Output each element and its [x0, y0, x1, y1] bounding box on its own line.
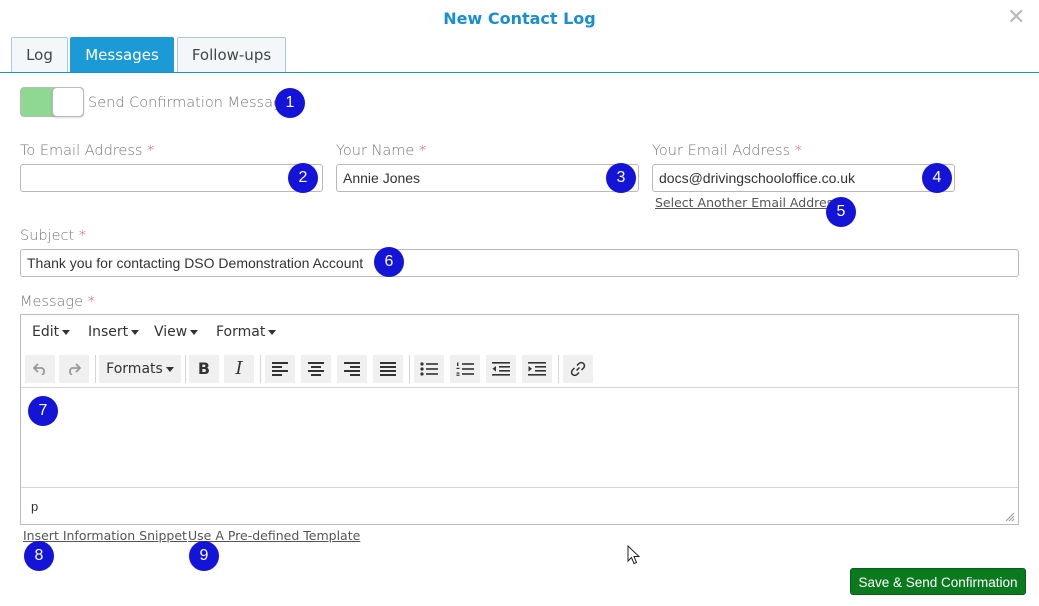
- align-left-icon[interactable]: [265, 355, 295, 383]
- caret-down-icon: [131, 329, 140, 335]
- tab-messages[interactable]: Messages: [70, 37, 174, 72]
- marker-badge: 4: [922, 163, 952, 193]
- toolbar-separator: [95, 355, 96, 383]
- editor-menubar: Edit Insert View Format: [21, 315, 1018, 351]
- send-confirmation-label: Send Confirmation Message: [88, 95, 291, 111]
- modal-title: New Contact Log: [443, 9, 596, 28]
- menu-edit-label: Edit: [32, 324, 60, 340]
- subject-input[interactable]: Thank you for contacting DSO Demonstrati…: [20, 249, 1019, 277]
- use-template-link[interactable]: Use A Pre-defined Template: [188, 528, 360, 543]
- send-confirmation-toggle[interactable]: [20, 87, 84, 117]
- marker-badge: 5: [826, 197, 856, 227]
- menu-view[interactable]: View: [154, 324, 199, 340]
- required-mark: *: [147, 143, 155, 159]
- marker-badge: 2: [288, 163, 318, 193]
- message-label-text: Message: [20, 294, 84, 310]
- menu-format[interactable]: Format: [216, 324, 277, 340]
- message-label: Message *: [20, 294, 95, 310]
- marker-badge: 1: [275, 88, 305, 118]
- toolbar-separator: [558, 355, 559, 383]
- link-icon[interactable]: [563, 355, 593, 383]
- required-mark: *: [78, 228, 87, 244]
- marker-badge: 6: [374, 247, 404, 277]
- required-mark: *: [794, 143, 803, 159]
- undo-icon[interactable]: [25, 355, 55, 383]
- marker-badge: 9: [189, 541, 219, 571]
- your-name-input[interactable]: Annie Jones: [336, 164, 639, 192]
- redo-icon[interactable]: [59, 355, 89, 383]
- menu-insert[interactable]: Insert: [88, 324, 140, 340]
- select-another-email-link[interactable]: Select Another Email Address: [655, 195, 840, 210]
- bullet-list-icon[interactable]: [414, 355, 444, 383]
- to-email-input[interactable]: [20, 164, 323, 192]
- menu-edit[interactable]: Edit: [32, 324, 71, 340]
- align-justify-icon[interactable]: [373, 355, 403, 383]
- numbered-list-icon[interactable]: [450, 355, 480, 383]
- caret-down-icon: [190, 329, 199, 335]
- tab-divider: [0, 72, 1039, 73]
- tab-follow-ups[interactable]: Follow-ups: [177, 37, 286, 72]
- your-name-label: Your Name *: [336, 143, 426, 159]
- subject-label: Subject *: [20, 228, 86, 244]
- indent-icon[interactable]: [522, 355, 552, 383]
- marker-badge: 7: [28, 396, 58, 426]
- toolbar-separator: [185, 355, 186, 383]
- resize-handle-icon[interactable]: [1005, 512, 1015, 522]
- required-mark: *: [418, 143, 427, 159]
- to-email-label: To Email Address *: [20, 143, 154, 159]
- formats-dropdown[interactable]: Formats: [99, 355, 181, 383]
- required-mark: *: [87, 294, 95, 310]
- align-center-icon[interactable]: [301, 355, 331, 383]
- align-right-icon[interactable]: [337, 355, 367, 383]
- marker-badge: 8: [24, 541, 54, 571]
- caret-down-icon: [62, 329, 71, 335]
- italic-button[interactable]: I: [224, 355, 254, 383]
- subject-label-text: Subject: [20, 228, 75, 244]
- message-editor: Edit Insert View Format Formats B I p: [20, 314, 1019, 525]
- caret-down-icon: [165, 366, 174, 372]
- your-email-label-text: Your Email Address: [652, 143, 791, 159]
- your-email-input[interactable]: docs@drivingschooloffice.co.uk: [652, 164, 955, 192]
- close-icon[interactable]: ✕: [1007, 4, 1025, 30]
- editor-content-area[interactable]: [21, 387, 1018, 487]
- menu-view-label: View: [154, 324, 188, 340]
- bold-button[interactable]: B: [189, 355, 219, 383]
- insert-snippet-link[interactable]: Insert Information Snippet: [23, 528, 187, 543]
- editor-statusbar: p: [21, 487, 1018, 525]
- toolbar-separator: [260, 355, 261, 383]
- outdent-icon[interactable]: [486, 355, 516, 383]
- formats-label: Formats: [106, 361, 163, 377]
- element-path[interactable]: p: [31, 499, 38, 514]
- your-email-label: Your Email Address *: [652, 143, 802, 159]
- tab-log[interactable]: Log: [11, 37, 68, 72]
- editor-toolbar: Formats B I: [21, 350, 1018, 388]
- save-send-confirmation-button[interactable]: Save & Send Confirmation: [850, 568, 1026, 595]
- toolbar-separator: [409, 355, 410, 383]
- menu-insert-label: Insert: [88, 324, 129, 340]
- toggle-knob[interactable]: [52, 87, 84, 117]
- menu-format-label: Format: [216, 324, 266, 340]
- to-email-label-text: To Email Address: [20, 143, 143, 159]
- caret-down-icon: [268, 329, 277, 335]
- your-name-label-text: Your Name: [336, 143, 415, 159]
- mouse-pointer-icon: [627, 545, 641, 565]
- marker-badge: 3: [606, 163, 636, 193]
